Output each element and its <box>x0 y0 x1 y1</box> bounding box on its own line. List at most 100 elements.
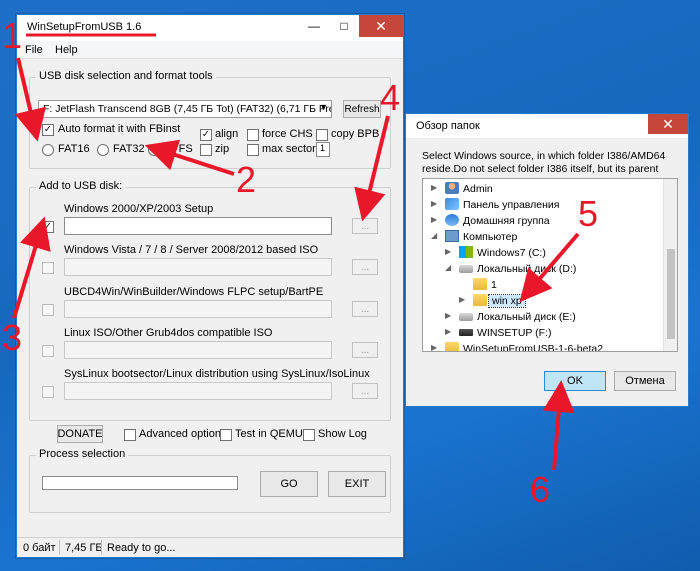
dialog-titlebar[interactable]: Обзор папок ✕ <box>406 114 688 138</box>
process-group: Process selection GO EXIT <box>29 448 391 513</box>
control-panel-icon <box>445 198 459 210</box>
main-window: WinSetupFromUSB 1.6 — □ ✕ File Help USB … <box>16 14 404 558</box>
process-group-label: Process selection <box>36 448 129 460</box>
user-icon <box>445 182 459 194</box>
source-label-winxp: Windows 2000/XP/2003 Setup <box>64 203 214 215</box>
ubcd-path-input[interactable] <box>64 300 332 318</box>
annotation-number-1: 1 <box>2 15 23 56</box>
exit-button[interactable]: EXIT <box>328 471 386 497</box>
syslinux-checkbox[interactable] <box>42 386 54 398</box>
chevron-right-icon[interactable]: ▶ <box>459 295 465 304</box>
force-chs-label: force CHS <box>262 128 313 140</box>
menu-help[interactable]: Help <box>55 44 78 56</box>
chevron-right-icon[interactable]: ▶ <box>431 215 437 224</box>
menu-file[interactable]: File <box>25 44 43 56</box>
chevron-right-icon[interactable]: ▶ <box>431 183 437 192</box>
add-to-usb-group: Add to USB disk: Windows 2000/XP/2003 Se… <box>29 180 391 421</box>
zip-label: zip <box>215 143 230 155</box>
status-used: 0 байт <box>23 542 56 554</box>
source-label-vista: Windows Vista / 7 / 8 / Server 2008/2012… <box>64 244 319 256</box>
test-qemu-checkbox[interactable] <box>220 429 232 441</box>
ntfs-radio[interactable] <box>148 144 160 156</box>
source-label-linux: Linux ISO/Other Grub4dos compatible ISO <box>64 327 273 339</box>
usb-disk-group: USB disk selection and format tools F: J… <box>29 70 391 169</box>
status-message: Ready to go... <box>107 542 176 554</box>
menubar: File Help <box>17 41 403 59</box>
chevron-right-icon[interactable]: ▶ <box>445 311 451 320</box>
homegroup-icon <box>445 214 459 226</box>
folder-icon <box>473 278 487 290</box>
max-sectors-checkbox[interactable] <box>247 144 259 156</box>
annotation-number-6: 6 <box>530 469 551 510</box>
chevron-right-icon[interactable]: ▶ <box>445 247 451 256</box>
dialog-title: Обзор папок <box>416 120 480 132</box>
align-checkbox[interactable]: ✓ <box>200 129 212 141</box>
auto-format-label: Auto format it with FBinst <box>58 123 181 135</box>
force-chs-checkbox[interactable] <box>247 129 259 141</box>
drive-icon <box>459 265 473 273</box>
tree-scrollbar[interactable] <box>663 179 677 351</box>
chevron-down-icon: ▼ <box>319 102 328 112</box>
chevron-down-icon[interactable]: ◢ <box>445 263 451 272</box>
max-sectors-input[interactable]: 1 <box>316 142 330 157</box>
source-label-syslinux: SysLinux bootsector/Linux distribution u… <box>64 368 370 380</box>
chevron-down-icon[interactable]: ◢ <box>431 231 437 240</box>
align-label: align <box>215 128 239 140</box>
fat32-label: FAT32 <box>113 143 145 155</box>
vista-checkbox[interactable] <box>42 262 54 274</box>
maximize-button[interactable]: □ <box>329 15 359 37</box>
vista-path-input[interactable] <box>64 258 332 276</box>
linux-browse-button[interactable]: ... <box>352 342 378 358</box>
fat16-radio[interactable] <box>42 144 54 156</box>
refresh-button[interactable]: Refresh <box>343 100 381 118</box>
close-button[interactable]: ✕ <box>359 15 403 37</box>
scroll-thumb[interactable] <box>667 249 675 339</box>
annotation-number-5: 5 <box>578 193 599 234</box>
fat32-radio[interactable] <box>97 144 109 156</box>
dialog-close-button[interactable]: ✕ <box>648 114 688 134</box>
test-qemu-label: Test in QEMU <box>235 428 303 440</box>
folder-tree[interactable]: ▶ Admin ▶ Панель управления ▶ Домашняя г… <box>422 178 678 352</box>
disk-select-value: F: JetFlash Transcend 8GB (7,45 ГБ Tot) … <box>43 103 332 115</box>
advanced-options-checkbox[interactable] <box>124 429 136 441</box>
usb-drive-icon <box>459 329 473 336</box>
chevron-right-icon[interactable]: ▶ <box>445 327 451 336</box>
go-button[interactable]: GO <box>260 471 318 497</box>
ntfs-label: NTFS <box>164 143 193 155</box>
linux-path-input[interactable] <box>64 341 332 359</box>
chevron-right-icon[interactable]: ▶ <box>431 343 437 351</box>
annotation-number-3: 3 <box>2 317 23 358</box>
chevron-right-icon[interactable]: ▶ <box>431 199 437 208</box>
cancel-button[interactable]: Отмена <box>614 371 676 391</box>
copy-bpb-checkbox[interactable] <box>316 129 328 141</box>
status-divider <box>101 540 102 555</box>
winxp-checkbox[interactable]: ✓ <box>42 221 54 233</box>
annotation-number-2: 2 <box>236 159 257 200</box>
vista-browse-button[interactable]: ... <box>352 259 378 275</box>
usb-group-label: USB disk selection and format tools <box>36 70 216 82</box>
ubcd-checkbox[interactable] <box>42 304 54 316</box>
show-log-label: Show Log <box>318 428 367 440</box>
disk-select[interactable]: F: JetFlash Transcend 8GB (7,45 ГБ Tot) … <box>38 100 332 118</box>
winxp-path-input[interactable] <box>64 217 332 235</box>
main-titlebar[interactable]: WinSetupFromUSB 1.6 — □ ✕ <box>17 15 403 41</box>
computer-icon <box>445 230 459 242</box>
show-log-checkbox[interactable] <box>303 429 315 441</box>
minimize-button[interactable]: — <box>299 15 329 37</box>
winxp-browse-button[interactable]: ... <box>352 218 378 234</box>
ok-button[interactable]: OK <box>544 371 606 391</box>
ubcd-browse-button[interactable]: ... <box>352 301 378 317</box>
progress-bar <box>42 476 238 490</box>
folder-icon <box>445 342 459 351</box>
zip-checkbox[interactable] <box>200 144 212 156</box>
linux-checkbox[interactable] <box>42 345 54 357</box>
folder-icon <box>473 294 487 306</box>
syslinux-path-input[interactable] <box>64 382 332 400</box>
add-group-label: Add to USB disk: <box>36 180 126 192</box>
donate-button[interactable]: DONATE <box>57 425 103 443</box>
auto-format-checkbox[interactable]: ✓ <box>42 124 54 136</box>
status-total: 7,45 ГБ <box>65 542 103 554</box>
syslinux-browse-button[interactable]: ... <box>352 383 378 399</box>
annotation-arrow-6 <box>542 380 575 471</box>
source-label-ubcd: UBCD4Win/WinBuilder/Windows FLPC setup/B… <box>64 286 324 298</box>
